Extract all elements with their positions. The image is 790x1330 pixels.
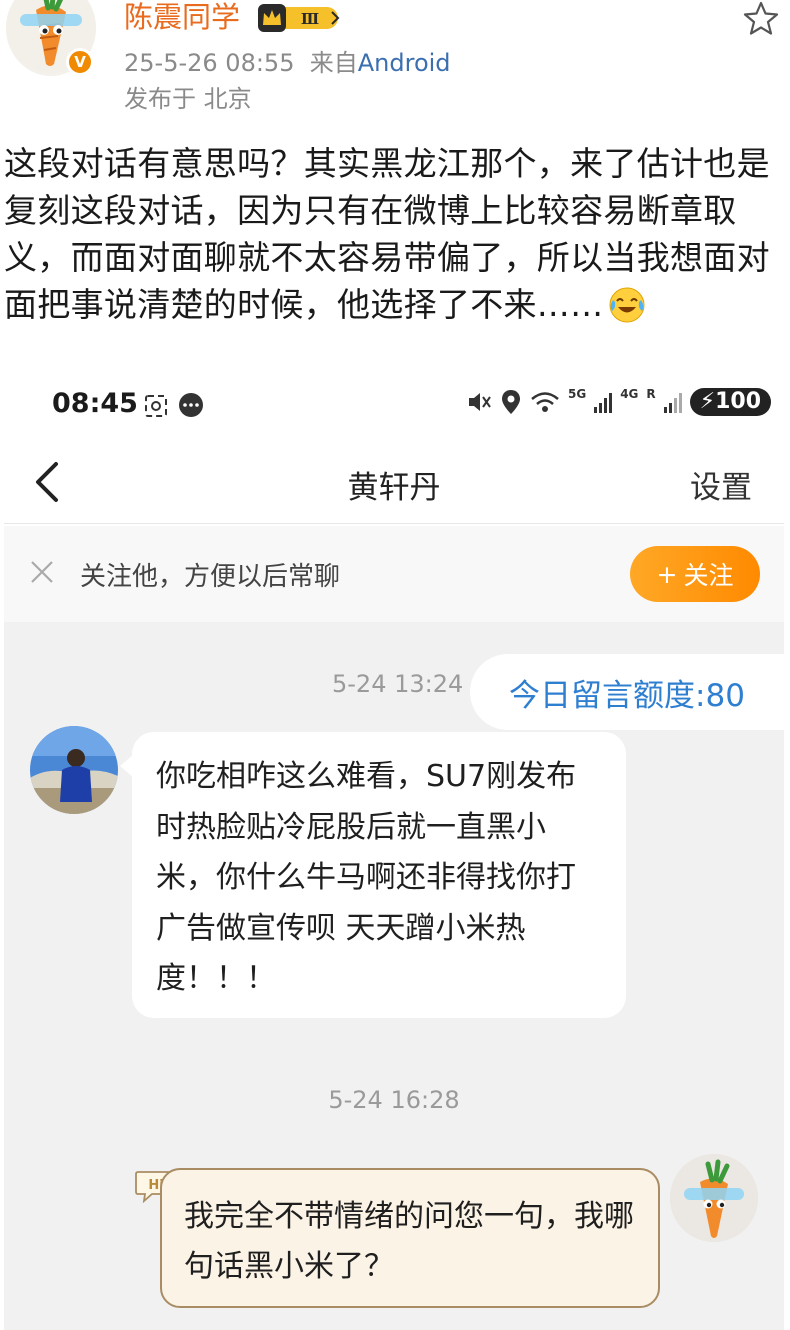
- poster-username[interactable]: 陈震同学: [124, 0, 240, 34]
- status-notification-icons: [145, 393, 203, 417]
- status-bar: 08:45 5G 4G R ⚡100: [4, 376, 784, 436]
- signal-4g-icon: [663, 393, 682, 413]
- contact-avatar[interactable]: [30, 726, 118, 814]
- chat-message-area: 5-24 13:24 今日留言额度:80 你吃相咋这么难看，SU7刚发布时热脸贴…: [4, 622, 784, 1330]
- chat-nav-bar: 黄轩丹 设置: [4, 442, 784, 524]
- battery-level: 100: [715, 389, 762, 414]
- location-pin-icon: [502, 390, 520, 414]
- net-4g-label: 4G: [620, 387, 639, 401]
- poster-avatar[interactable]: V: [6, 0, 96, 76]
- mute-icon: [469, 393, 491, 411]
- status-right-icons: 5G 4G R ⚡100: [466, 387, 772, 416]
- message-quota-badge: 今日留言额度:80: [470, 654, 784, 730]
- follow-suggestion-text: 关注他，方便以后常聊: [80, 562, 341, 592]
- contact-avatar-image: [30, 726, 118, 814]
- incoming-message-bubble[interactable]: 你吃相咋这么难看，SU7刚发布时热脸贴冷屁股后就一直黑小米，你什么牛马啊还非得找…: [120, 732, 626, 1018]
- post-body: 这段对话有意思吗？其实黑龙江那个，来了估计也是复刻这段对话，因为只有在微博上比较…: [4, 140, 774, 328]
- chat-title: 黄轩丹: [347, 470, 441, 506]
- wifi-icon: [531, 392, 559, 412]
- post-source-app-link[interactable]: Android: [358, 49, 451, 77]
- settings-button[interactable]: 设置: [690, 462, 752, 507]
- post-date: 25-5-26 08:55: [124, 49, 295, 77]
- embedded-chat-screenshot: 08:45 5G 4G R ⚡100 黄轩丹 设置 关注他，方便以后常聊 + 关…: [4, 376, 784, 1330]
- rank-badge-text: Ⅲ: [301, 10, 319, 28]
- favorite-star-icon[interactable]: [742, 0, 780, 38]
- laugh-cry-emoji-icon: [609, 287, 645, 323]
- my-avatar[interactable]: [670, 1154, 758, 1242]
- close-icon[interactable]: [30, 560, 54, 584]
- post-meta: 25-5-26 08:55 来自Android: [124, 48, 451, 78]
- rank-crown-badge-icon: Ⅲ: [258, 4, 340, 32]
- battery-indicator: ⚡100: [689, 388, 772, 416]
- signal-5g-icon: [594, 393, 613, 413]
- roaming-label: R: [646, 387, 656, 401]
- post-source-prefix: 来自: [309, 49, 358, 77]
- message-timestamp: 5-24 13:24: [332, 670, 464, 698]
- follow-button[interactable]: + 关注: [630, 546, 760, 602]
- post-location: 发布于 北京: [124, 85, 252, 113]
- status-time: 08:45: [52, 388, 138, 419]
- post-body-text: 这段对话有意思吗？其实黑龙江那个，来了估计也是复刻这段对话，因为只有在微博上比较…: [4, 144, 770, 324]
- follow-suggestion-bar: 关注他，方便以后常聊 + 关注: [4, 526, 784, 622]
- plus-icon: +: [656, 559, 678, 589]
- verified-badge-icon: V: [66, 48, 94, 76]
- follow-button-label: 关注: [683, 561, 734, 590]
- net-5g-label: 5G: [568, 387, 587, 401]
- message-timestamp: 5-24 16:28: [328, 1086, 460, 1114]
- carrot-avatar-image: [670, 1154, 758, 1242]
- outgoing-message-bubble[interactable]: 我完全不带情绪的问您一句，我哪句话黑小米了？: [160, 1168, 660, 1308]
